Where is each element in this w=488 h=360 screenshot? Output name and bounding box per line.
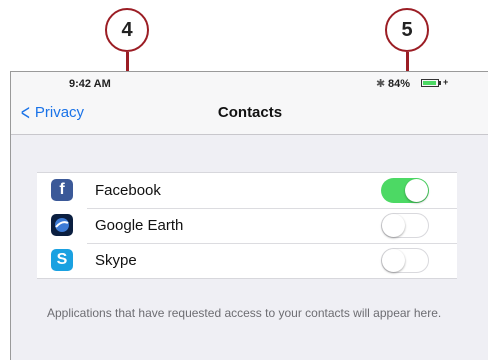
facebook-icon: f <box>51 179 73 201</box>
list-item-facebook: f Facebook <box>37 173 457 208</box>
status-time: 9:42 AM <box>69 78 111 90</box>
navigation-bar: < Privacy Contacts <box>11 94 488 135</box>
google-earth-icon <box>51 214 73 236</box>
list-item-google-earth: Google Earth <box>37 208 457 243</box>
page-title: Contacts <box>217 104 283 121</box>
facebook-toggle[interactable] <box>381 178 429 203</box>
list-item-skype: S Skype <box>37 243 457 278</box>
app-name: Google Earth <box>95 217 184 234</box>
status-bar: 9:42 AM ✱ 84% + <box>11 72 488 94</box>
toggle-knob <box>405 179 428 202</box>
app-name: Skype <box>95 252 137 269</box>
contacts-access-list: f Facebook Google Earth S Skype <box>37 172 457 279</box>
device-screen: 9:42 AM ✱ 84% + < Privacy Contacts f Fac… <box>10 71 488 360</box>
toggle-knob <box>382 249 405 272</box>
footer-note: Applications that have requested access … <box>47 306 442 320</box>
bluetooth-icon: ✱ <box>376 78 386 90</box>
skype-icon: S <box>51 249 73 271</box>
toggle-knob <box>382 214 405 237</box>
callout-5: 5 <box>385 8 429 52</box>
charging-icon: + <box>443 77 449 87</box>
battery-icon <box>421 79 439 87</box>
battery-tip <box>439 81 441 85</box>
app-name: Facebook <box>95 182 161 199</box>
skype-toggle[interactable] <box>381 248 429 273</box>
callout-4: 4 <box>105 8 149 52</box>
battery-percent: 84% <box>388 78 411 90</box>
google-earth-toggle[interactable] <box>381 213 429 238</box>
